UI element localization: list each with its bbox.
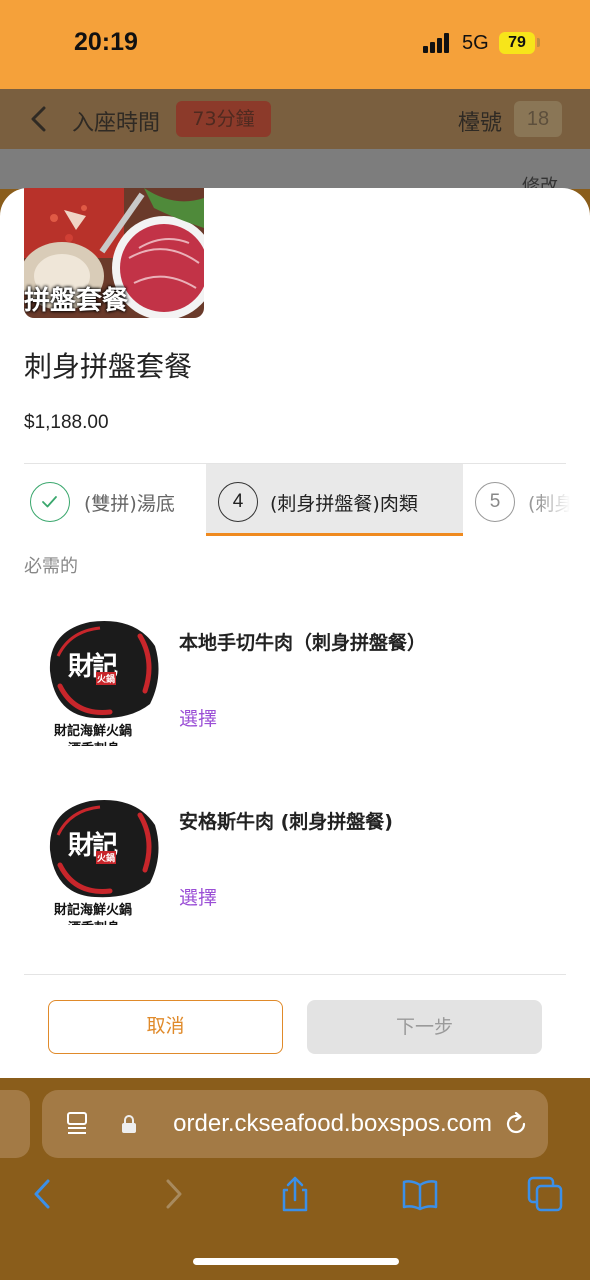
logo-caption-2: 酒香刺身 <box>68 917 120 925</box>
tabs-icon[interactable] <box>527 1176 563 1212</box>
cancel-button[interactable]: 取消 <box>48 1000 283 1054</box>
battery-indicator: 79 <box>499 32 535 54</box>
restaurant-logo: 財記 火鍋 財記海鮮火鍋 酒香刺身 <box>40 616 164 746</box>
step-number-5[interactable]: 5 <box>475 482 515 522</box>
address-bar[interactable]: order.ckseafood.boxspos.com <box>42 1090 548 1158</box>
next-step-button[interactable]: 下一步 <box>307 1000 542 1054</box>
product-sheet: 拼盤套餐 刺身拼盤套餐 $1,188.00 (雙拼)湯底 4 (刺身拼盤餐)肉類… <box>0 188 590 1078</box>
step-tabs: (雙拼)湯底 4 (刺身拼盤餐)肉類 5 (刺身 <box>0 464 590 536</box>
table-label: 檯號 <box>458 111 503 136</box>
back-icon[interactable] <box>26 105 52 133</box>
forward-arrow-icon[interactable] <box>154 1176 190 1212</box>
network-label: 5G <box>462 32 489 54</box>
step-soup-label[interactable]: (雙拼)湯底 <box>84 489 175 516</box>
lock-icon <box>122 1115 136 1133</box>
home-indicator <box>193 1258 399 1265</box>
table-number: 18 <box>514 101 562 137</box>
reader-icon[interactable] <box>66 1111 88 1135</box>
back-arrow-icon[interactable] <box>26 1176 62 1212</box>
item-name: 本地手切牛肉（刺身拼盤餐） <box>179 632 427 654</box>
step-meat-tab[interactable]: 4 (刺身拼盤餐)肉類 <box>206 464 463 536</box>
logo-caption: 財記海鮮火鍋 <box>54 724 133 739</box>
required-label: 必需的 <box>24 556 78 577</box>
logo-caption: 財記海鮮火鍋 <box>54 903 133 918</box>
status-time: 20:19 <box>74 28 138 56</box>
option-item[interactable]: 財記 火鍋 財記海鮮火鍋 酒香刺身 安格斯牛肉 (刺身拼盤餐) 選擇 <box>40 795 560 925</box>
url-text[interactable]: order.ckseafood.boxspos.com <box>146 1110 492 1138</box>
product-image-caption: 拼盤套餐 <box>24 286 129 316</box>
restaurant-logo: 財記 火鍋 財記海鮮火鍋 酒香刺身 <box>40 795 164 925</box>
option-item[interactable]: 財記 火鍋 財記海鮮火鍋 酒香刺身 本地手切牛肉（刺身拼盤餐） 選擇 <box>40 616 560 746</box>
dimmed-row <box>0 149 590 189</box>
product-image: 拼盤套餐 <box>24 188 204 318</box>
step-number-4: 4 <box>218 482 258 522</box>
item-name: 安格斯牛肉 (刺身拼盤餐) <box>179 811 393 833</box>
tabs-fade <box>540 474 590 530</box>
share-icon[interactable] <box>277 1176 313 1212</box>
divider <box>24 974 566 975</box>
check-icon[interactable] <box>30 482 70 522</box>
logo-caption-2: 酒香刺身 <box>68 738 120 746</box>
select-link[interactable]: 選擇 <box>179 704 217 731</box>
battery-tip <box>537 38 540 47</box>
signal-icon <box>423 33 451 53</box>
reload-icon[interactable] <box>502 1110 530 1138</box>
product-price: $1,188.00 <box>24 412 109 433</box>
select-link[interactable]: 選擇 <box>179 883 217 910</box>
product-title: 刺身拼盤套餐 <box>24 350 193 383</box>
bookmarks-icon[interactable] <box>402 1176 438 1212</box>
logo-sub: 火鍋 <box>96 851 117 864</box>
previous-tab-peek[interactable] <box>0 1090 30 1158</box>
step-meat-label: (刺身拼盤餐)肉類 <box>270 493 418 515</box>
seat-time-badge: 73分鐘 <box>176 101 271 137</box>
logo-sub: 火鍋 <box>96 672 117 685</box>
seat-time-label: 入座時間 <box>72 111 161 136</box>
